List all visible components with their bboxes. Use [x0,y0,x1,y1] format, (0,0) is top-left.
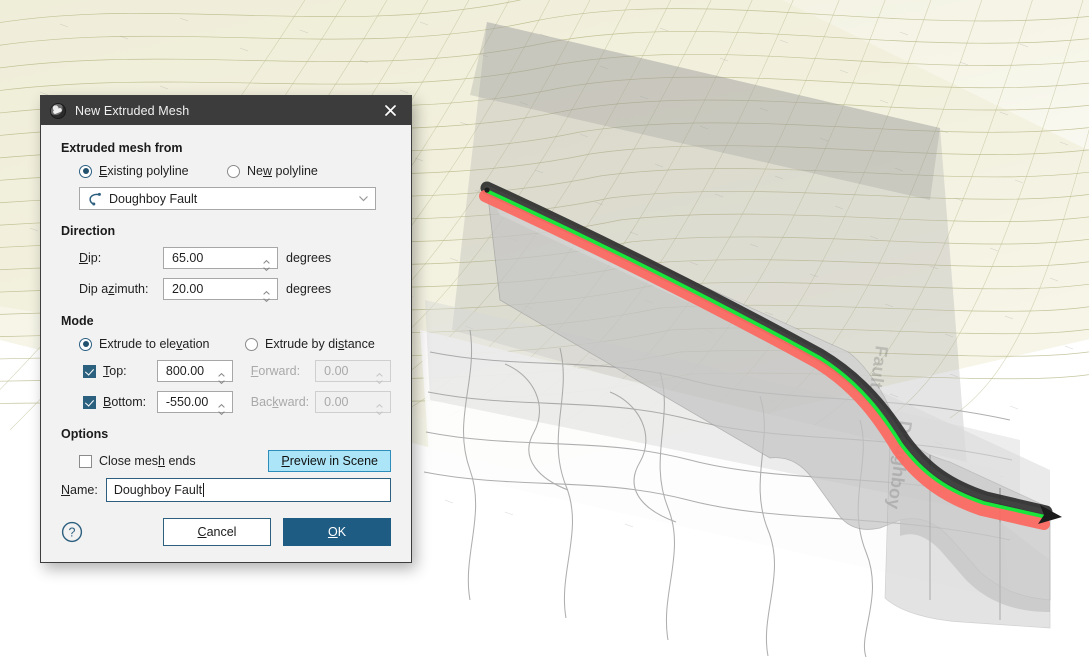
checkbox-close-mesh-ends[interactable]: Close mesh ends [79,454,196,468]
dip-input[interactable]: 65.00 [163,247,278,271]
dialog-body: Extruded mesh from Existing polyline New… [41,125,411,502]
preview-in-scene-button[interactable]: Preview in Scene [268,450,391,472]
section-options: Options Close mesh ends Preview in Scene [61,427,391,472]
top-value: 800.00 [165,364,205,378]
ok-button[interactable]: OK [283,518,391,546]
checkbox-bottom[interactable]: Bottom: [83,395,157,409]
dip-value: 65.00 [172,251,204,265]
dip-azimuth-input[interactable]: 20.00 [163,278,278,302]
forward-value: 0.00 [324,364,349,378]
cancel-button[interactable]: Cancel [163,518,271,546]
checkbox-close-mesh-ends-box [79,454,92,468]
top-stepper[interactable] [214,366,232,384]
radio-extrude-by-distance-label: Extrude by distance [265,337,375,351]
chevron-down-icon [359,196,368,202]
dip-azimuth-row: Dip azimuth: 20.00 degrees [79,278,391,302]
top-input[interactable]: 800.00 [156,360,233,384]
checkbox-top[interactable]: Top: [83,364,157,378]
radio-extrude-by-distance[interactable]: Extrude by distance [245,337,375,351]
dip-azimuth-stepper[interactable] [259,284,277,302]
backward-input: 0.00 [315,391,392,415]
dialog-footer: ? Cancel OK [41,518,411,562]
checkbox-top-label: Top: [103,364,127,378]
text-caret [203,483,205,497]
dip-azimuth-units: degrees [286,282,332,296]
name-row: Name: Doughboy Fault [61,478,391,502]
backward-label: Backward: [250,395,310,409]
radio-existing-polyline-dot [79,164,92,178]
radio-new-polyline-dot [227,164,240,178]
backward-stepper [372,397,390,415]
radio-extrude-to-elevation-label: Extrude to elevation [99,337,210,351]
mode-section-label: Mode [61,314,94,328]
help-question-icon[interactable]: ? [61,521,83,543]
name-value: Doughboy Fault [113,483,203,497]
extruded-mesh-icon [50,102,66,119]
radio-extrude-to-elevation-dot [79,337,92,351]
polyline-select[interactable]: Doughboy Fault [79,187,376,210]
radio-existing-polyline[interactable]: Existing polyline [79,164,227,178]
radio-new-polyline-label: New polyline [247,164,318,178]
checkbox-bottom-box [83,395,96,409]
forward-label: Forward: [250,364,301,378]
checkbox-bottom-label: Bottom: [103,395,147,409]
source-section-label: Extruded mesh from [61,141,183,155]
forward-input: 0.00 [315,360,392,384]
dip-label: Dip: [79,251,102,265]
direction-section-label: Direction [61,224,116,238]
top-row: Top: 800.00 Forward: 0.00 [83,360,392,384]
bottom-stepper[interactable] [214,397,232,415]
backward-value: 0.00 [324,395,349,409]
options-section-label: Options [61,427,109,441]
dip-row: Dip: 65.00 degrees [79,247,391,271]
forward-stepper [372,366,390,384]
section-source: Extruded mesh from Existing polyline New… [61,141,391,210]
radio-existing-polyline-label: Existing polyline [99,164,189,178]
svg-text:?: ? [69,525,76,539]
dialog-title: New Extruded Mesh [75,103,190,118]
bottom-input[interactable]: -550.00 [156,391,233,415]
section-direction: Direction Dip: 65.00 degrees Dip azimuth… [61,224,391,302]
polyline-select-value: Doughboy Fault [109,191,198,206]
checkbox-close-mesh-ends-label: Close mesh ends [99,454,196,468]
bottom-row: Bottom: -550.00 Backward: 0.00 [83,391,392,415]
radio-new-polyline[interactable]: New polyline [227,164,318,178]
radio-extrude-to-elevation[interactable]: Extrude to elevation [79,337,245,351]
dip-stepper[interactable] [259,253,277,271]
name-label: Name: [61,483,98,497]
new-extruded-mesh-dialog: New Extruded Mesh Extruded mesh from Exi… [40,95,412,563]
dip-azimuth-label: Dip azimuth: [79,282,149,296]
dialog-titlebar[interactable]: New Extruded Mesh [41,96,411,125]
close-icon[interactable] [369,96,411,125]
dip-units: degrees [286,251,332,265]
bottom-value: -550.00 [165,395,209,409]
dip-azimuth-value: 20.00 [172,282,204,296]
app-root: Doughboy Fault New Extruded Mesh Extrude… [0,0,1089,657]
polyline-icon [89,192,101,205]
checkbox-top-box [83,364,96,378]
name-input[interactable]: Doughboy Fault [105,478,391,502]
mode-radio-row: Extrude to elevation Extrude by distance [79,337,391,351]
radio-extrude-by-distance-dot [245,337,258,351]
section-mode: Mode Extrude to elevation Extrude by dis… [61,314,392,415]
source-radio-row: Existing polyline New polyline [79,164,391,178]
options-row: Close mesh ends Preview in Scene [79,450,391,472]
